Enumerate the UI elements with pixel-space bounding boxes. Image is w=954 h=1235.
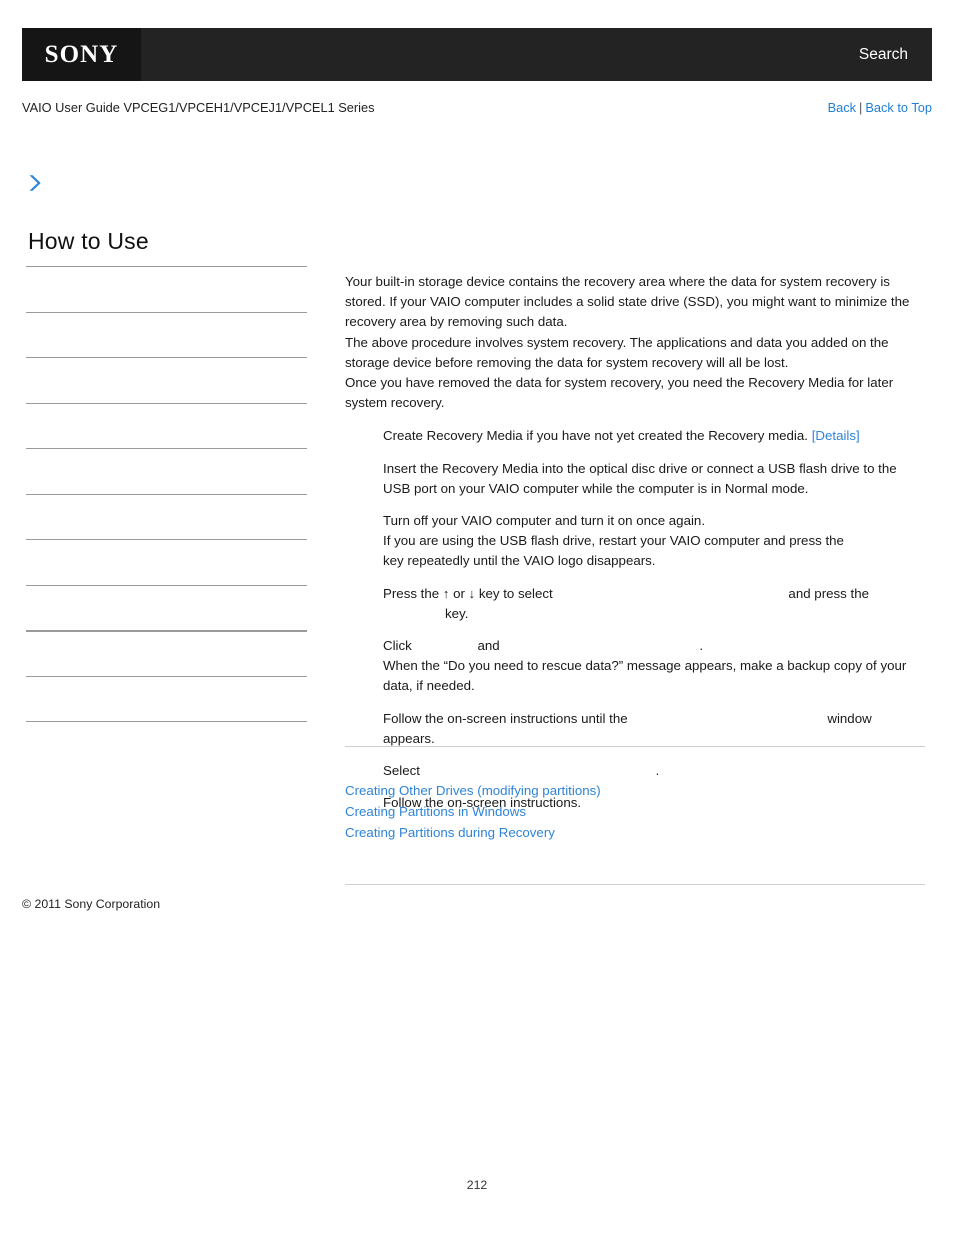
step-7-prefix: Select — [383, 763, 420, 779]
related-link-2[interactable]: Creating Partitions in Windows — [345, 801, 925, 822]
sidebar-item-5[interactable] — [26, 448, 307, 494]
step-4-press-text: and press the — [788, 585, 869, 601]
chevron-right-icon[interactable] — [24, 172, 46, 194]
site-header-bar: SONY Search — [22, 28, 932, 81]
step-1-text: Create Recovery Media if you have not ye… — [383, 428, 808, 444]
step-5-line-2: When the “Do you need to rescue data?” m… — [383, 658, 907, 694]
step-item-3: Turn off your VAIO computer and turn it … — [345, 511, 925, 572]
step-4-or: or — [453, 585, 465, 601]
sidebar-item-9[interactable] — [26, 630, 307, 676]
back-link[interactable]: Back — [828, 100, 856, 115]
intro-paragraph-3: Once you have removed the data for syste… — [345, 375, 894, 411]
step-item-5: Click and . When the “Do you need to res… — [345, 636, 925, 697]
sidebar-item-4[interactable] — [26, 402, 307, 449]
step-3-line-2a: If you are using the USB flash drive, re… — [383, 533, 844, 549]
steps-list: Create Recovery Media if you have not ye… — [345, 426, 925, 813]
step-6-prefix: Follow the on-screen instructions until … — [383, 710, 628, 726]
sidebar-item-1[interactable] — [26, 266, 307, 312]
step-5-click-text: Click — [383, 638, 412, 654]
step-item-2: Insert the Recovery Media into the optic… — [345, 459, 925, 499]
sidebar-item-3[interactable] — [26, 357, 307, 403]
sidebar-item-11[interactable] — [26, 721, 307, 767]
intro-paragraph-1: Your built-in storage device contains th… — [345, 274, 910, 330]
step-item-4: Press the ↑ or ↓ key to select and press… — [345, 584, 925, 624]
step-item-1: Create Recovery Media if you have not ye… — [345, 426, 925, 446]
step-4-prefix: Press the — [383, 585, 440, 601]
intro-paragraph-2: The above procedure involves system reco… — [345, 334, 889, 370]
content-divider — [345, 746, 925, 747]
page-number: 212 — [466, 1178, 488, 1192]
step-3-line-2b: key repeatedly until the VAIO logo disap… — [383, 553, 656, 569]
sidebar-item-10[interactable] — [26, 675, 307, 722]
step-4-key-suffix: key. — [445, 605, 469, 621]
details-link[interactable]: [Details] — [812, 428, 860, 443]
related-links-divider — [345, 884, 925, 885]
sidebar-item-2[interactable] — [26, 311, 307, 358]
step-item-6: Follow the on-screen instructions until … — [345, 709, 925, 749]
step-5-and-text: and — [477, 638, 500, 654]
header-nav-links: Back | Back to Top — [828, 100, 932, 115]
sidebar-item-8[interactable] — [26, 584, 307, 631]
sidebar-title: How to Use — [28, 228, 149, 254]
sidebar: How to Use — [26, 228, 307, 767]
copyright-notice: © 2011 Sony Corporation — [22, 897, 161, 911]
search-button[interactable]: Search — [859, 46, 908, 64]
related-links: Creating Other Drives (modifying partiti… — [345, 780, 925, 843]
arrow-down-icon: ↓ — [468, 585, 476, 601]
subheader: VAIO User Guide VPCEG1/VPCEH1/VPCEJ1/VPC… — [22, 100, 932, 115]
step-5-period: . — [699, 638, 704, 654]
nav-separator: | — [859, 100, 863, 115]
sidebar-item-6[interactable] — [26, 493, 307, 540]
back-to-top-link[interactable]: Back to Top — [865, 100, 932, 115]
guide-title: VAIO User Guide VPCEG1/VPCEH1/VPCEJ1/VPC… — [22, 100, 375, 115]
main-content: Your built-in storage device contains th… — [345, 272, 925, 813]
sony-logo[interactable]: SONY — [22, 28, 141, 81]
step-7-period: . — [655, 763, 660, 779]
intro-paragraphs: Your built-in storage device contains th… — [345, 272, 925, 413]
step-3-line-1: Turn off your VAIO computer and turn it … — [383, 513, 706, 529]
sony-logo-text: SONY — [44, 40, 119, 68]
step-4-select-text: key to select — [478, 585, 553, 601]
related-link-1[interactable]: Creating Other Drives (modifying partiti… — [345, 780, 925, 801]
arrow-up-icon: ↑ — [442, 585, 450, 601]
step-2-text: Insert the Recovery Media into the optic… — [383, 460, 897, 496]
related-link-3[interactable]: Creating Partitions during Recovery — [345, 822, 925, 843]
sidebar-item-7[interactable] — [26, 539, 307, 585]
step-item-7: Select . — [345, 761, 925, 781]
